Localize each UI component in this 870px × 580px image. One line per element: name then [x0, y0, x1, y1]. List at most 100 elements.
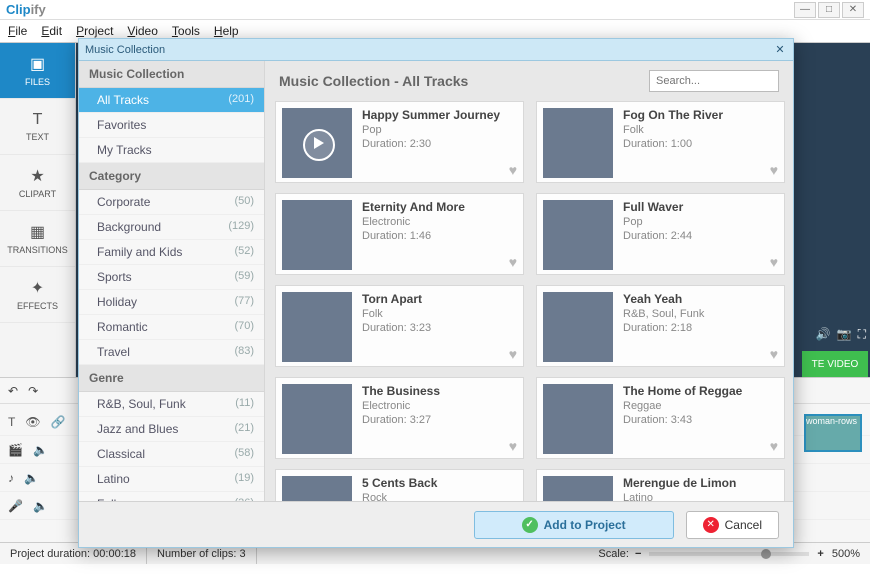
- window-maximize-button[interactable]: □: [818, 2, 840, 18]
- add-to-project-button[interactable]: ✓ Add to Project: [474, 511, 674, 539]
- zoom-value: 500%: [832, 548, 860, 560]
- track-card[interactable]: Torn ApartFolkDuration: 3:23♥: [275, 285, 524, 367]
- menu-tools[interactable]: Tools: [172, 24, 200, 38]
- track-thumbnail[interactable]: [543, 292, 613, 362]
- window-close-button[interactable]: ✕: [842, 2, 864, 18]
- category-item[interactable]: Classical(58): [79, 442, 264, 467]
- dialog-close-button[interactable]: ✕: [773, 43, 787, 57]
- timeline-tool-icon[interactable]: ↷: [28, 384, 38, 398]
- track-thumbnail[interactable]: [543, 476, 613, 501]
- track-duration: Duration: 2:30: [362, 138, 500, 150]
- zoom-out-button[interactable]: −: [635, 548, 641, 560]
- track-card[interactable]: Merengue de LimonLatino♥: [536, 469, 785, 501]
- track-card[interactable]: Happy Summer JourneyPopDuration: 2:30♥: [275, 101, 524, 183]
- track-card[interactable]: The BusinessElectronicDuration: 3:27♥: [275, 377, 524, 459]
- category-item[interactable]: R&B, Soul, Funk(11): [79, 392, 264, 417]
- track-grid[interactable]: Happy Summer JourneyPopDuration: 2:30♥Fo…: [265, 101, 793, 501]
- track-genre: Latino: [623, 492, 736, 501]
- favorite-icon[interactable]: ♥: [770, 162, 778, 178]
- track-card[interactable]: Full WaverPopDuration: 2:44♥: [536, 193, 785, 275]
- zoom-slider[interactable]: [649, 552, 809, 556]
- track-control-icon[interactable]: 🔈: [33, 499, 48, 513]
- favorite-icon[interactable]: ♥: [770, 346, 778, 362]
- track-control-icon[interactable]: ♪: [8, 471, 14, 485]
- preview-tool-icon[interactable]: 📷: [837, 327, 852, 342]
- timeline-clip[interactable]: woman-rows: [804, 414, 862, 452]
- track-genre: Electronic: [362, 216, 465, 228]
- favorite-icon[interactable]: ♥: [770, 438, 778, 454]
- track-thumbnail[interactable]: [282, 384, 352, 454]
- track-thumbnail[interactable]: [282, 476, 352, 501]
- cancel-button[interactable]: ✕ Cancel: [686, 511, 779, 539]
- track-duration: Duration: 3:43: [623, 414, 742, 426]
- menu-help[interactable]: Help: [214, 24, 239, 38]
- track-thumbnail[interactable]: [543, 384, 613, 454]
- left-tabs: ▣FILESTTEXT★CLIPART▦TRANSITIONS✦EFFECTS: [0, 43, 76, 377]
- menu-edit[interactable]: Edit: [41, 24, 62, 38]
- track-thumbnail[interactable]: [282, 292, 352, 362]
- category-item[interactable]: All Tracks(201): [79, 88, 264, 113]
- category-item[interactable]: Background(129): [79, 215, 264, 240]
- preview-tool-icon[interactable]: 🔊: [816, 327, 831, 342]
- category-item[interactable]: Corporate(50): [79, 190, 264, 215]
- window-minimize-button[interactable]: —: [794, 2, 816, 18]
- category-header: Category: [79, 163, 264, 190]
- track-control-icon[interactable]: 🎤: [8, 499, 23, 513]
- category-item[interactable]: Favorites: [79, 113, 264, 138]
- category-item[interactable]: Jazz and Blues(21): [79, 417, 264, 442]
- category-item[interactable]: Holiday(77): [79, 290, 264, 315]
- category-sidebar[interactable]: Music CollectionAll Tracks(201)Favorites…: [79, 61, 265, 501]
- dialog-footer: ✓ Add to Project ✕ Cancel: [79, 501, 793, 547]
- track-card[interactable]: Yeah YeahR&B, Soul, FunkDuration: 2:18♥: [536, 285, 785, 367]
- category-item[interactable]: My Tracks: [79, 138, 264, 163]
- zoom-in-button[interactable]: +: [817, 548, 823, 560]
- left-tab-clipart[interactable]: ★CLIPART: [0, 155, 75, 211]
- menu-project[interactable]: Project: [76, 24, 113, 38]
- track-card[interactable]: Fog On The RiverFolkDuration: 1:00♥: [536, 101, 785, 183]
- menu-file[interactable]: File: [8, 24, 27, 38]
- create-video-button[interactable]: TE VIDEO: [802, 351, 868, 377]
- track-control-icon[interactable]: 🔈: [33, 443, 48, 457]
- track-thumbnail[interactable]: [282, 108, 352, 178]
- search-input[interactable]: [649, 70, 779, 92]
- category-item[interactable]: Romantic(70): [79, 315, 264, 340]
- category-item[interactable]: Folk(36): [79, 492, 264, 501]
- track-card[interactable]: The Home of ReggaeReggaeDuration: 3:43♥: [536, 377, 785, 459]
- track-thumbnail[interactable]: [282, 200, 352, 270]
- track-control-icon[interactable]: 🔗: [51, 415, 66, 429]
- favorite-icon[interactable]: ♥: [509, 438, 517, 454]
- track-thumbnail[interactable]: [543, 200, 613, 270]
- menu-video[interactable]: Video: [127, 24, 157, 38]
- timeline-tool-icon[interactable]: ↶: [8, 384, 18, 398]
- favorite-icon[interactable]: ♥: [509, 254, 517, 270]
- favorite-icon[interactable]: ♥: [770, 254, 778, 270]
- favorite-icon[interactable]: ♥: [509, 162, 517, 178]
- category-item[interactable]: Family and Kids(52): [79, 240, 264, 265]
- track-control-icon[interactable]: 🎬: [8, 443, 23, 457]
- category-item[interactable]: Sports(59): [79, 265, 264, 290]
- track-control-icon[interactable]: 👁: [25, 415, 40, 429]
- left-tab-effects[interactable]: ✦EFFECTS: [0, 267, 75, 323]
- left-tab-transitions[interactable]: ▦TRANSITIONS: [0, 211, 75, 267]
- track-card[interactable]: 5 Cents BackRockDuration: 2:06♥: [275, 469, 524, 501]
- track-title: The Home of Reggae: [623, 384, 742, 398]
- favorite-icon[interactable]: ♥: [509, 346, 517, 362]
- left-tab-files[interactable]: ▣FILES: [0, 43, 75, 99]
- track-genre: Pop: [623, 216, 692, 228]
- track-thumbnail[interactable]: [543, 108, 613, 178]
- track-genre: Pop: [362, 124, 500, 136]
- track-duration: Duration: 2:18: [623, 322, 704, 334]
- track-control-icon[interactable]: T: [8, 415, 15, 429]
- logo-part-a: Clip: [6, 2, 31, 17]
- preview-tool-icon[interactable]: ⛶: [858, 327, 866, 342]
- track-control-icon[interactable]: 🔈: [24, 471, 39, 485]
- left-tab-text[interactable]: TTEXT: [0, 99, 75, 155]
- track-title: The Business: [362, 384, 440, 398]
- track-genre: Folk: [362, 308, 431, 320]
- track-genre: R&B, Soul, Funk: [623, 308, 704, 320]
- track-card[interactable]: Eternity And MoreElectronicDuration: 1:4…: [275, 193, 524, 275]
- category-item[interactable]: Travel(83): [79, 340, 264, 365]
- dialog-title-bar: Music Collection ✕: [79, 39, 793, 61]
- category-item[interactable]: Latino(19): [79, 467, 264, 492]
- track-genre: Rock: [362, 492, 437, 501]
